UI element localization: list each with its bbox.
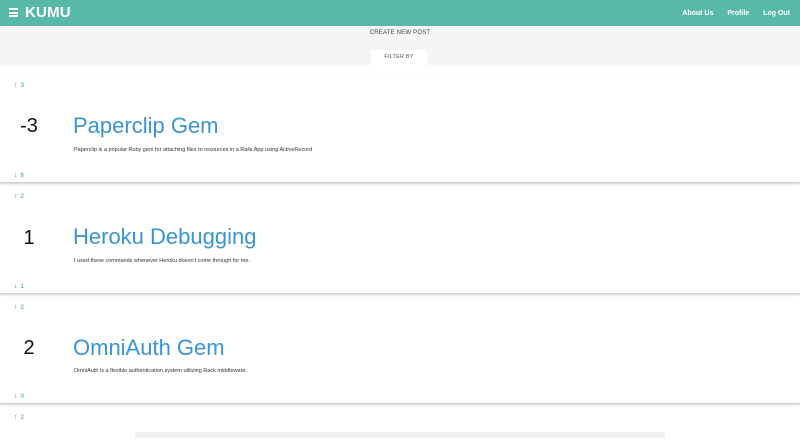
create-new-post-link[interactable]: CREATE NEW POST [0, 30, 800, 36]
nav-about-link[interactable]: About Us [682, 10, 713, 17]
post-score: -3 [20, 115, 38, 137]
upvote-button[interactable]: ↑ 2 [14, 414, 24, 421]
arrow-up-icon: ↑ [14, 414, 18, 421]
hamburger-menu-icon[interactable] [9, 8, 18, 17]
post-description: I used these commands whenever Heroku do… [74, 258, 250, 264]
upvote-button[interactable]: ↑ 2 [14, 193, 24, 200]
action-bar: CREATE NEW POST FILTER BY [0, 26, 800, 65]
upvote-count: 3 [20, 82, 24, 89]
arrow-up-icon: ↑ [14, 193, 18, 200]
post-title-link[interactable]: Paperclip Gem [73, 113, 219, 139]
nav-links: About Us Profile Log Out [678, 0, 800, 26]
post-score: 2 [23, 337, 35, 359]
post-card: ↑ 2 2 OmniAuth Gem OmniAuth is a flexibl… [0, 298, 800, 404]
downvote-count: 0 [20, 393, 24, 400]
arrow-up-icon: ↑ [14, 82, 18, 89]
upvote-count: 2 [20, 414, 24, 421]
arrow-up-icon: ↑ [14, 304, 18, 311]
upvote-count: 2 [20, 304, 24, 311]
post-score: 1 [23, 227, 35, 249]
downvote-button[interactable]: ↓ 1 [14, 283, 24, 290]
brand-logo[interactable]: KUMU [25, 4, 71, 21]
upvote-count: 2 [20, 193, 24, 200]
downvote-count: 6 [20, 172, 24, 179]
nav-logout-link[interactable]: Log Out [763, 10, 790, 17]
post-card: ↑ 2 1 Heroku Debugging I used these comm… [0, 187, 800, 294]
post-title-link[interactable]: OmniAuth Gem [73, 335, 225, 361]
downvote-button[interactable]: ↓ 6 [14, 172, 24, 179]
upvote-button[interactable]: ↑ 2 [14, 304, 24, 311]
upvote-button[interactable]: ↑ 3 [14, 82, 24, 89]
next-post-preview [135, 432, 665, 438]
downvote-count: 1 [20, 283, 24, 290]
top-navbar: KUMU About Us Profile Log Out [0, 0, 800, 26]
downvote-button[interactable]: ↓ 0 [14, 393, 24, 400]
post-card: ↑ 3 -3 Paperclip Gem Paperclip is a popu… [0, 76, 800, 183]
nav-profile-link[interactable]: Profile [727, 10, 749, 17]
arrow-down-icon: ↓ [14, 283, 18, 290]
arrow-down-icon: ↓ [14, 172, 18, 179]
post-title-link[interactable]: Heroku Debugging [73, 224, 256, 250]
filter-by-button[interactable]: FILTER BY [371, 50, 427, 65]
arrow-down-icon: ↓ [14, 393, 18, 400]
post-description: OmniAuth is a flexible authentication sy… [74, 368, 248, 374]
post-description: Paperclip is a popular Ruby gem for atta… [74, 147, 313, 153]
post-card: ↑ 2 [0, 408, 800, 448]
